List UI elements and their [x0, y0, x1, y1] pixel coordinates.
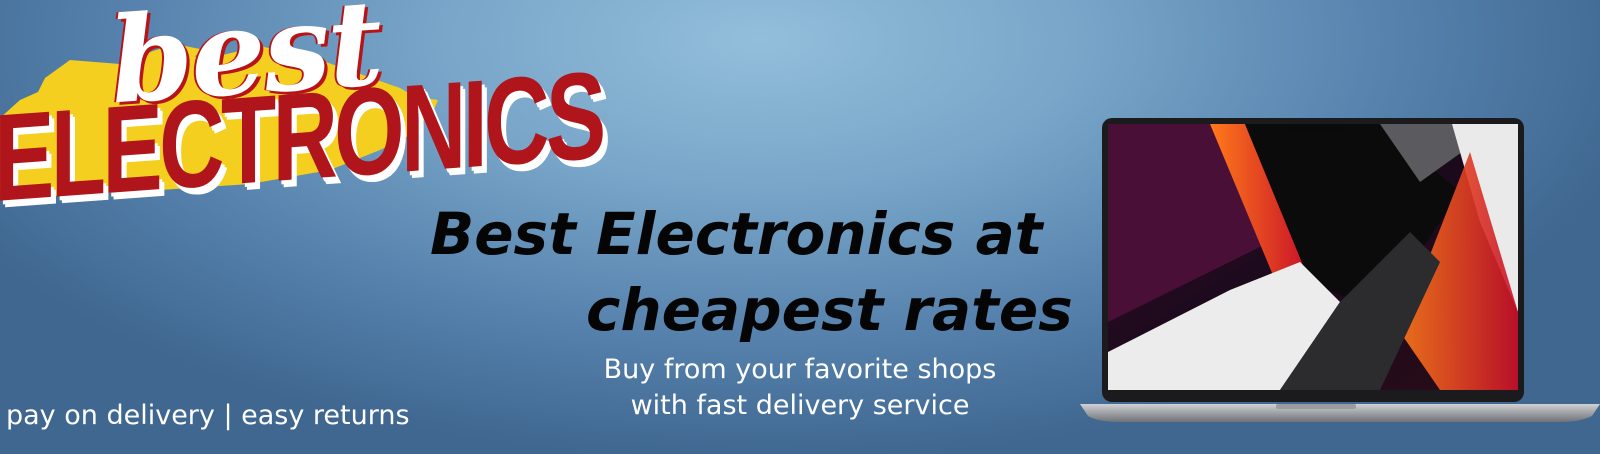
headline-line-1: Best Electronics at	[430, 200, 1043, 268]
hero-banner: best ELECTRONICS Best Electronics at che…	[0, 0, 1600, 454]
laptop-image	[1080, 112, 1600, 442]
subheadline-line-2: with fast delivery service	[630, 390, 970, 421]
service-note: pay on delivery | easy returns	[6, 400, 410, 431]
subheadline-line-1: Buy from your favorite shops	[603, 354, 997, 385]
headline: Best Electronics at cheapest rates	[420, 196, 1120, 348]
subheadline: Buy from your favorite shops with fast d…	[560, 352, 1040, 424]
headline-line-2: cheapest rates	[586, 276, 1073, 344]
laptop-icon	[1080, 118, 1600, 422]
